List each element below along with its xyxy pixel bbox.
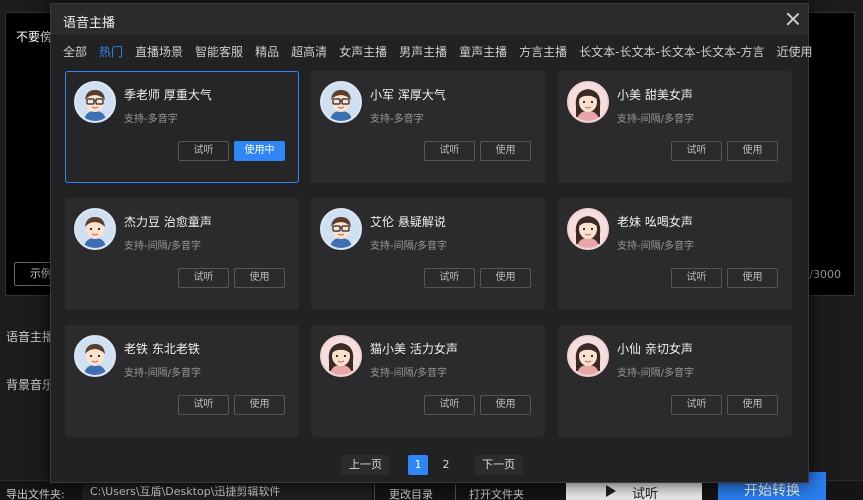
voice-support: 支持-间隔/多音字 [617, 241, 694, 252]
use-button[interactable]: 使用 [727, 141, 778, 161]
trial-button[interactable]: 试听 [178, 268, 229, 288]
bg-trial-button[interactable]: 试听 [566, 482, 702, 500]
export-path-field[interactable]: C:\Users\互盾\Desktop\迅捷剪辑软件 [82, 484, 372, 500]
trial-button[interactable]: 试听 [671, 268, 722, 288]
editor-text: 不要傍 [16, 30, 53, 44]
category-tabs: 全部 热门 直播场景 智能客服 精品 超高清 女声主播 男声主播 童声主播 方言主播 长文本-长文本… [63, 43, 813, 60]
voice-support: 支持-间隔/多音字 [370, 241, 447, 252]
voice-name: 老铁 东北老铁 [124, 342, 200, 356]
trial-button[interactable]: 试听 [178, 141, 229, 161]
tab-6[interactable]: 女声主播 [339, 43, 387, 60]
voice-support: 支持-间隔/多音字 [370, 368, 447, 379]
change-dir-button[interactable]: 更改目录 [389, 486, 433, 500]
next-page-button[interactable]: 下一页 [474, 455, 523, 475]
voice-anchor-dialog: 语音主播 全部 热门 直播场景 智能客服 精品 超高清 女声主播 男声主播 童声主播 方言主播 长文… [50, 3, 813, 483]
voice-card[interactable]: 季老师 厚重大气 支持-多音字试听 使用中 [65, 71, 299, 183]
voice-name: 小美 甜美女声 [617, 88, 693, 102]
tab-8[interactable]: 童声主播 [459, 43, 507, 60]
trial-button[interactable]: 试听 [671, 395, 722, 415]
voice-support: 支持-间隔/多音字 [124, 241, 201, 252]
tab-4[interactable]: 精品 [255, 43, 279, 60]
page-1-button[interactable]: 1 [408, 455, 428, 475]
avatar [320, 208, 362, 250]
voice-anchor-label: 语音主播 [6, 330, 55, 344]
tab-0[interactable]: 全部 [63, 43, 87, 60]
voice-name: 猫小美 活力女声 [370, 342, 458, 356]
use-button[interactable]: 使用 [480, 268, 531, 288]
trial-button[interactable]: 试听 [424, 268, 475, 288]
voice-name: 小仙 亲切女声 [617, 342, 693, 356]
tab-1[interactable]: 热门 [99, 43, 123, 60]
voice-card[interactable]: 小军 浑厚大气 支持-多音字试听 使用 [311, 71, 545, 183]
bg-trial-label: 试听 [632, 487, 659, 500]
tab-7[interactable]: 男声主播 [399, 43, 447, 60]
tab-11[interactable]: 近使用 [776, 43, 812, 60]
avatar [567, 335, 609, 377]
voice-card[interactable]: 小仙 亲切女声 支持-间隔/多音字试听 使用 [558, 325, 792, 437]
tab-9[interactable]: 方言主播 [519, 43, 567, 60]
voice-name: 老妹 吆喝女声 [617, 215, 693, 229]
voice-card[interactable]: 杰力豆 治愈童声 支持-间隔/多音字试听 使用 [65, 198, 299, 310]
voice-name: 杰力豆 治愈童声 [124, 215, 212, 229]
trial-button[interactable]: 试听 [178, 395, 229, 415]
page-2-button[interactable]: 2 [436, 455, 456, 475]
voice-support: 支持-间隔/多音字 [617, 114, 694, 125]
voice-support: 支持-间隔/多音字 [124, 368, 201, 379]
voice-support: 支持-多音字 [124, 114, 178, 125]
avatar [567, 208, 609, 250]
voice-support: 支持-间隔/多音字 [617, 368, 694, 379]
voice-card[interactable]: 艾伦 悬疑解说 支持-间隔/多音字试听 使用 [311, 198, 545, 310]
close-icon[interactable] [784, 10, 802, 28]
voice-card[interactable]: 老铁 东北老铁 支持-间隔/多音字试听 使用 [65, 325, 299, 437]
avatar [74, 208, 116, 250]
use-button[interactable]: 使用中 [234, 141, 285, 161]
dialog-header: 语音主播 [51, 4, 808, 34]
tab-3[interactable]: 智能客服 [195, 43, 243, 60]
use-button[interactable]: 使用 [480, 395, 531, 415]
voice-name: 季老师 厚重大气 [124, 88, 212, 102]
avatar [320, 335, 362, 377]
use-button[interactable]: 使用 [727, 268, 778, 288]
use-button[interactable]: 使用 [234, 395, 285, 415]
voice-card[interactable]: 小美 甜美女声 支持-间隔/多音字试听 使用 [558, 71, 792, 183]
voice-name: 艾伦 悬疑解说 [370, 215, 446, 229]
separator [374, 484, 375, 500]
use-button[interactable]: 使用 [234, 268, 285, 288]
dialog-title: 语音主播 [63, 16, 116, 31]
prev-page-button[interactable]: 上一页 [341, 455, 390, 475]
avatar [74, 81, 116, 123]
voice-name: 小军 浑厚大气 [370, 88, 446, 102]
use-button[interactable]: 使用 [480, 141, 531, 161]
voice-card[interactable]: 猫小美 活力女声 支持-间隔/多音字试听 使用 [311, 325, 545, 437]
open-folder-button[interactable]: 打开文件夹 [469, 486, 524, 500]
trial-button[interactable]: 试听 [671, 141, 722, 161]
tab-5[interactable]: 超高清 [291, 43, 327, 60]
play-icon [606, 485, 616, 497]
bg-music-label: 背景音乐 [6, 378, 55, 392]
pagination: 上一页 1 2 下一页 [341, 455, 523, 475]
tab-10[interactable]: 长文本-长文本-长文本-长文本-方言 [579, 43, 764, 60]
avatar [567, 81, 609, 123]
avatar [320, 81, 362, 123]
avatar [74, 335, 116, 377]
export-folder-label: 导出文件夹: [6, 488, 65, 500]
voice-support: 支持-多音字 [370, 114, 424, 125]
use-button[interactable]: 使用 [727, 395, 778, 415]
trial-button[interactable]: 试听 [424, 395, 475, 415]
separator [455, 484, 456, 500]
voice-card[interactable]: 老妹 吆喝女声 支持-间隔/多音字试听 使用 [558, 198, 792, 310]
tab-2[interactable]: 直播场景 [135, 43, 183, 60]
trial-button[interactable]: 试听 [424, 141, 475, 161]
